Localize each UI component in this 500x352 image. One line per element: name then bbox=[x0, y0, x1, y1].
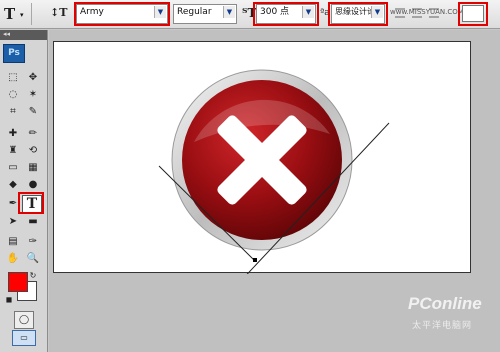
foreground-color-swatch[interactable] bbox=[8, 272, 28, 292]
close-icon bbox=[158, 69, 390, 274]
path-selection-icon[interactable]: ➤ bbox=[4, 214, 22, 230]
history-brush-icon[interactable]: ⟲ bbox=[24, 143, 42, 159]
quick-mask-icon[interactable]: ◯ bbox=[14, 311, 34, 329]
clone-stamp-icon[interactable]: ♜ bbox=[4, 143, 22, 159]
slice-tool-icon[interactable]: ✎ bbox=[24, 104, 42, 120]
marquee-tool-icon[interactable]: ⬚ bbox=[4, 70, 22, 86]
screen-mode-icon[interactable]: ▭ bbox=[12, 330, 36, 346]
tool-preset-dropdown-arrow[interactable]: ▾ bbox=[20, 11, 24, 31]
align-left-icon[interactable] bbox=[395, 8, 405, 18]
align-right-icon[interactable] bbox=[429, 8, 439, 18]
double-chevron-icon[interactable]: ◂◂ bbox=[3, 30, 10, 38]
eraser-tool-icon[interactable]: ▭ bbox=[4, 160, 22, 176]
font-style-value: Regular bbox=[177, 7, 212, 17]
toolbox-header[interactable]: ◂◂ bbox=[0, 30, 47, 40]
zoom-tool-icon[interactable]: 🔍 bbox=[24, 251, 42, 267]
lasso-tool-icon[interactable]: ◌ bbox=[4, 87, 22, 103]
magic-wand-icon[interactable]: ✶ bbox=[24, 87, 42, 103]
type-tool-highlight bbox=[18, 192, 44, 214]
text-color-highlight bbox=[458, 2, 488, 26]
document-canvas[interactable] bbox=[53, 41, 471, 274]
notes-tool-icon[interactable]: ▤ bbox=[4, 234, 22, 250]
dodge-tool-icon[interactable]: ● bbox=[24, 177, 42, 193]
font-style-dropdown[interactable]: Regular ▼ bbox=[173, 4, 237, 24]
toolbox: ◂◂ Ps ⬚ ✥ ◌ ✶ ⌗ ✎ ✚ ✏ ♜ ⟲ ▭ ▦ ◆ ● ✒ T ➤ … bbox=[0, 30, 48, 352]
swap-colors-icon[interactable]: ↻ bbox=[28, 268, 38, 284]
default-colors-icon[interactable]: ◼ bbox=[4, 292, 14, 308]
brush-tool-icon[interactable]: ✏ bbox=[24, 126, 42, 142]
watermark-subtitle: 太平洋电脑网 bbox=[412, 321, 473, 331]
type-tool-icon[interactable]: T bbox=[4, 5, 15, 25]
antialias-highlight bbox=[328, 2, 388, 26]
options-bar: T ▾ ↕T Army ▼ Regular ▼ ᵀT 300 点 ▼ ªa 思缘… bbox=[0, 0, 500, 29]
chevron-down-icon[interactable]: ▼ bbox=[223, 6, 235, 18]
healing-brush-icon[interactable]: ✚ bbox=[4, 126, 22, 142]
anchor-point bbox=[253, 258, 257, 262]
eyedropper-icon[interactable]: ✑ bbox=[24, 234, 42, 250]
watermark-brand: PConline bbox=[408, 294, 482, 313]
align-center-icon[interactable] bbox=[412, 8, 422, 18]
move-tool-icon[interactable]: ✥ bbox=[24, 70, 42, 86]
shape-tool-icon[interactable]: ▬ bbox=[24, 214, 42, 230]
hand-tool-icon[interactable]: ✋ bbox=[4, 251, 22, 267]
crop-tool-icon[interactable]: ⌗ bbox=[4, 104, 22, 120]
font-size-highlight bbox=[253, 2, 319, 26]
blur-tool-icon[interactable]: ◆ bbox=[4, 177, 22, 193]
gradient-tool-icon[interactable]: ▦ bbox=[24, 160, 42, 176]
font-family-highlight bbox=[74, 2, 170, 26]
watermark: PConline 太平洋电脑网 bbox=[408, 284, 498, 344]
text-orientation-icon[interactable]: ↕T bbox=[50, 6, 67, 26]
photoshop-logo[interactable]: Ps bbox=[3, 44, 25, 63]
